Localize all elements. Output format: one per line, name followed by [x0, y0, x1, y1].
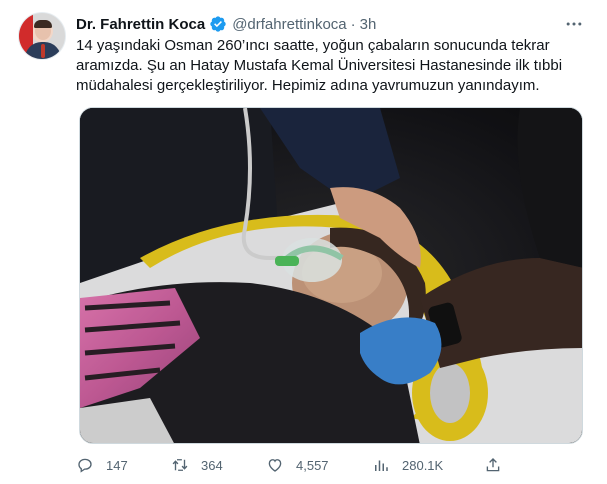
reply-count: 147: [106, 457, 128, 473]
tweet[interactable]: Dr. Fahrettin Koca @drfahrettinkoca · 3h…: [0, 0, 607, 484]
tweet-photo[interactable]: [79, 107, 583, 444]
author-handle[interactable]: @drfahrettinkoca: [232, 16, 346, 33]
verified-badge-icon: [209, 15, 227, 33]
share-button[interactable]: [484, 452, 514, 478]
timestamp[interactable]: 3h: [360, 16, 377, 33]
tweet-text-line: 14 yaşındaki Osman 260’ıncı saatte, yoğu…: [76, 37, 550, 54]
like-count: 4,557: [296, 457, 329, 473]
tweet-text: 14 yaşındaki Osman 260’ıncı saatte, yoğu…: [76, 36, 591, 96]
rescue-photo: [80, 108, 582, 443]
share-icon: [486, 458, 500, 472]
retweet-count: 364: [201, 457, 223, 473]
avatar[interactable]: [18, 12, 66, 60]
separator: ·: [350, 15, 356, 33]
tweet-actions: 147 364 4,557 280.1K: [76, 452, 506, 478]
tweet-text-line: müdahalesi gerçekleştiriliyor. Hepimiz a…: [76, 77, 540, 94]
views-icon: [375, 460, 388, 471]
views-count: 280.1K: [402, 457, 444, 473]
tweet-header: Dr. Fahrettin Koca @drfahrettinkoca · 3h: [76, 14, 376, 34]
like-button[interactable]: 4,557: [266, 452, 329, 478]
views-button[interactable]: 280.1K: [372, 452, 443, 478]
more-icon[interactable]: [560, 10, 588, 38]
reply-icon: [78, 458, 92, 473]
author-name[interactable]: Dr. Fahrettin Koca: [76, 16, 205, 33]
retweet-icon: [172, 459, 188, 471]
like-icon: [268, 459, 282, 472]
reply-button[interactable]: 147: [76, 452, 128, 478]
retweet-button[interactable]: 364: [171, 452, 223, 478]
tweet-text-line: aramızda. Şu an Hatay Mustafa Kemal Üniv…: [76, 57, 563, 74]
